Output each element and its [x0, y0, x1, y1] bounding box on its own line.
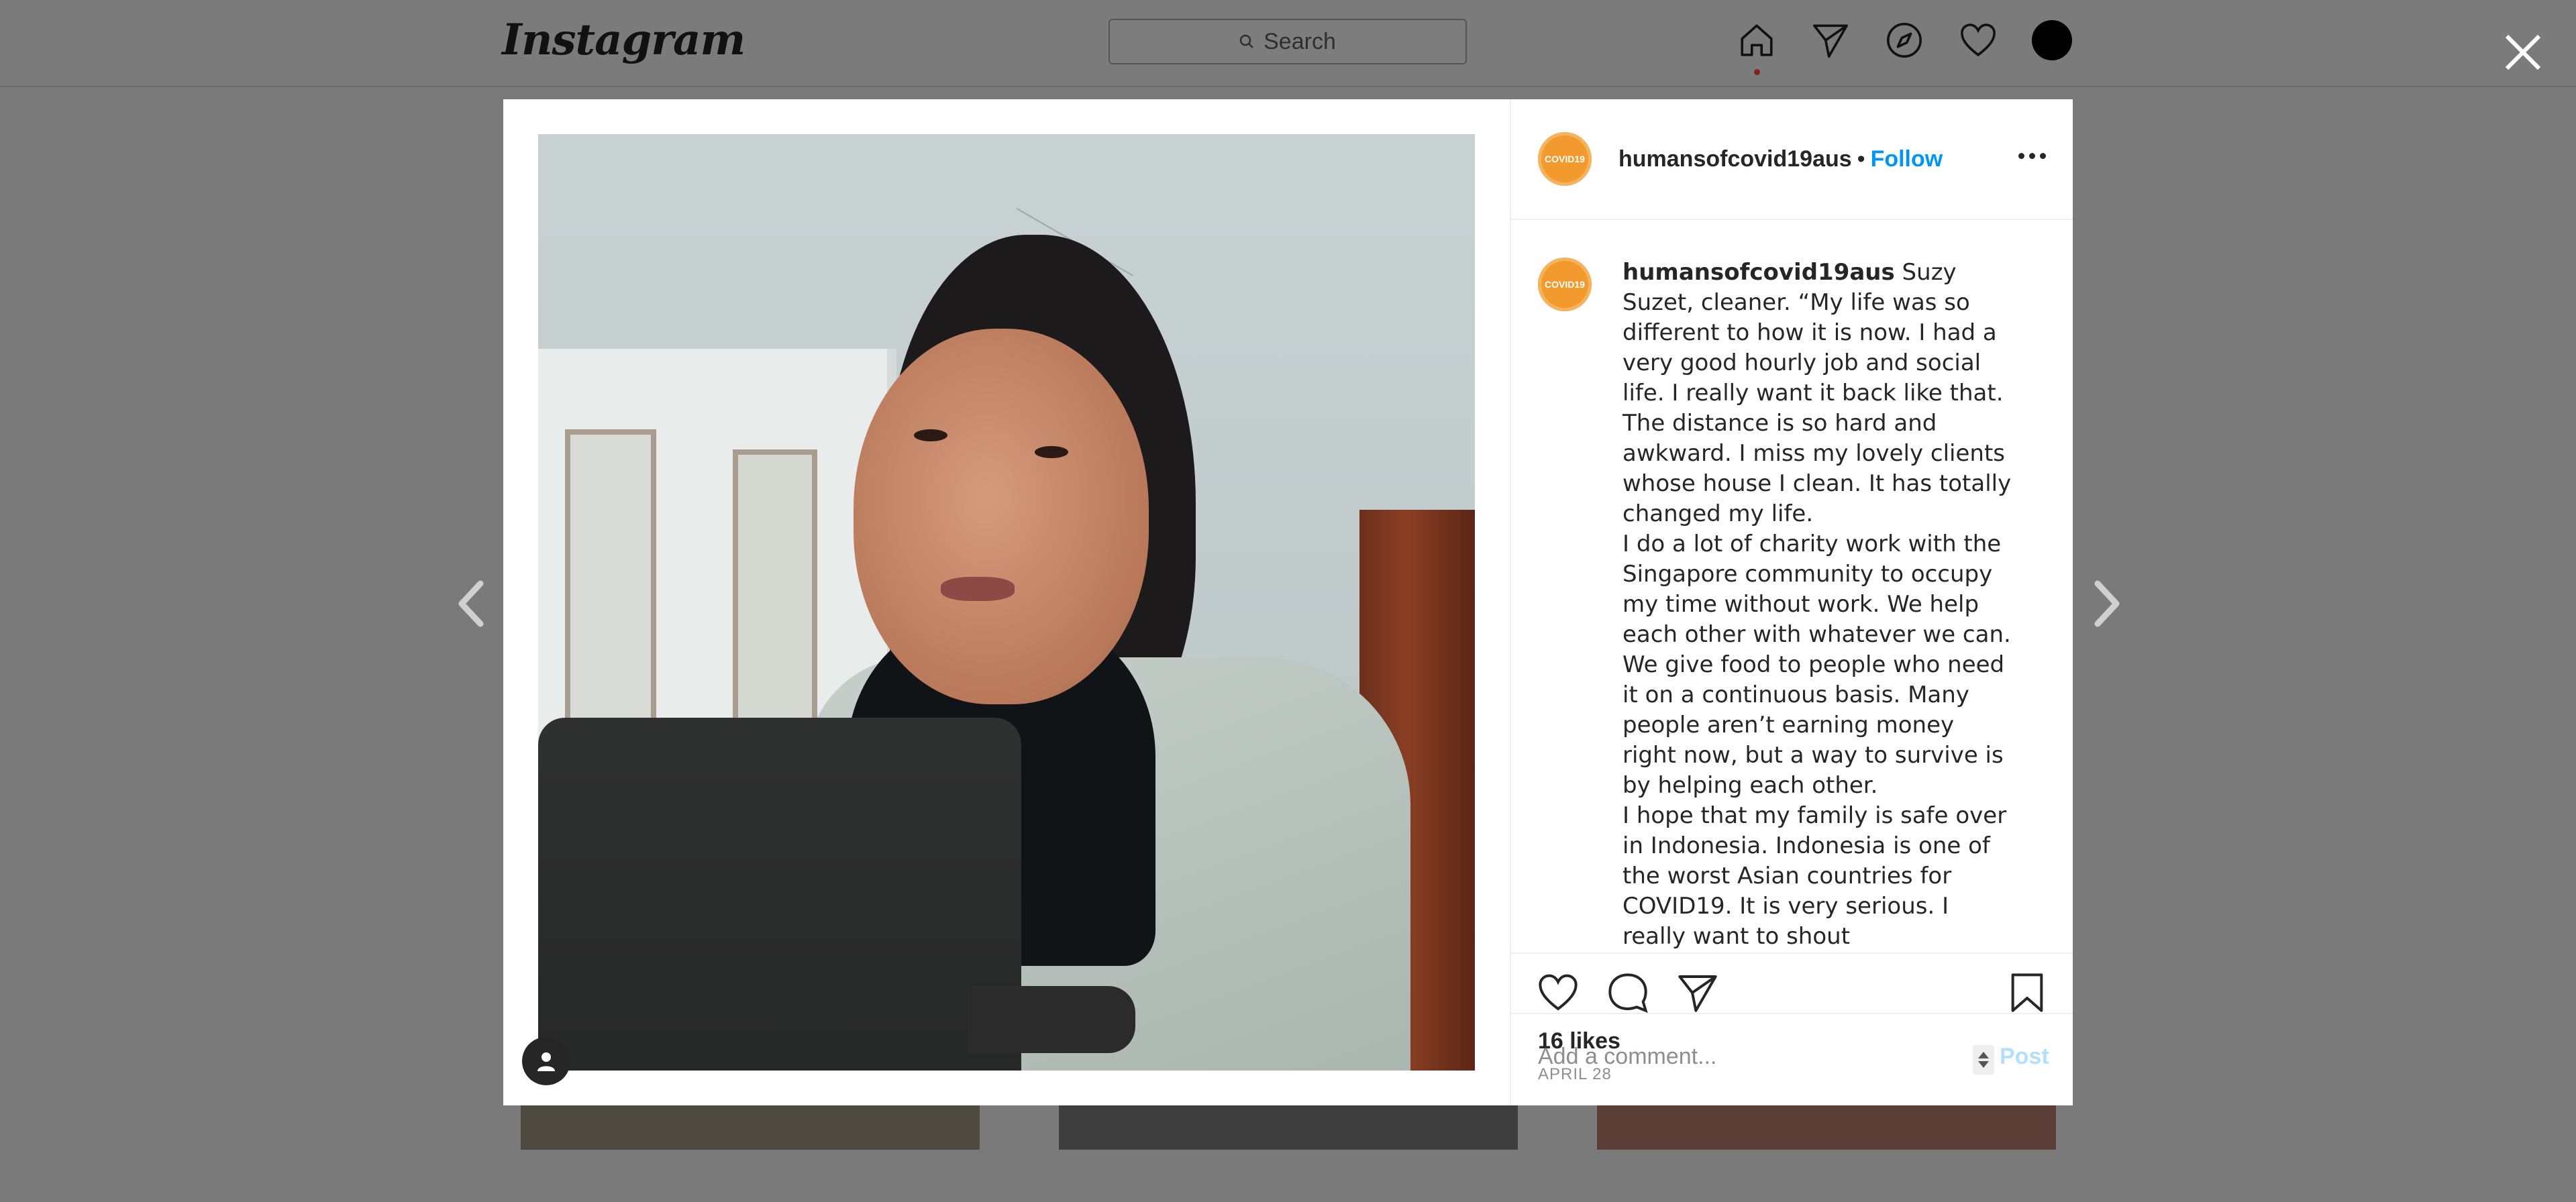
search-input[interactable]: Search: [1109, 19, 1467, 64]
search-placeholder: Search: [1264, 28, 1336, 54]
post-media-area: [503, 99, 1511, 1105]
photo-detail: [1035, 446, 1068, 458]
explore-compass-icon[interactable]: [1883, 19, 1926, 62]
comment-divider: [1511, 1013, 2073, 1014]
save-bookmark-icon[interactable]: [2006, 971, 2049, 1014]
next-post-chevron-icon[interactable]: [2087, 577, 2127, 631]
search-icon: [1239, 34, 1254, 48]
photo-detail: [538, 718, 1021, 1071]
post-comment-button[interactable]: Post: [2000, 1044, 2049, 1070]
avatar-label: COVID19: [1545, 279, 1585, 290]
post-author-row: humansofcovid19aus • Follow: [1618, 146, 1943, 172]
action-icons: [1537, 971, 1719, 1014]
profile-avatar-image: [2032, 20, 2072, 60]
caption-body: Suzy Suzet, cleaner. “My life was so dif…: [1622, 259, 2012, 950]
home-icon[interactable]: [1735, 19, 1778, 75]
caption-text: humansofcovid19aus Suzy Suzet, cleaner. …: [1622, 258, 2012, 952]
grid-thumbnail[interactable]: [1059, 1105, 1518, 1150]
follow-button[interactable]: Follow: [1871, 146, 1943, 172]
home-active-dot: [1754, 69, 1760, 75]
avatar-label: COVID19: [1545, 154, 1585, 164]
comment-placeholder: Add a comment...: [1538, 1044, 1717, 1069]
direct-message-icon[interactable]: [1809, 19, 1852, 62]
more-options-icon[interactable]: [2018, 153, 2046, 159]
like-heart-icon[interactable]: [1537, 971, 1580, 1014]
tagged-users-button[interactable]: [522, 1037, 570, 1085]
account-avatar[interactable]: COVID19: [1538, 132, 1592, 186]
caption-scroll-area[interactable]: COVID19 humansofcovid19aus Suzy Suzet, c…: [1511, 220, 2073, 952]
post-modal: COVID19 humansofcovid19aus • Follow COVID1…: [503, 99, 2073, 1105]
grid-thumbnail[interactable]: [521, 1105, 980, 1150]
post-sidebar: COVID19 humansofcovid19aus • Follow COVID1…: [1511, 99, 2073, 1105]
user-icon: [537, 1052, 555, 1071]
author-username[interactable]: humansofcovid19aus: [1618, 146, 1852, 172]
caption-avatar[interactable]: COVID19: [1538, 258, 1592, 311]
comment-input[interactable]: Add a comment...: [1538, 1044, 1716, 1070]
photo-detail: [941, 577, 1015, 601]
previous-post-chevron-icon[interactable]: [451, 577, 491, 631]
separator-dot: •: [1857, 146, 1865, 172]
post-photo[interactable]: [538, 134, 1475, 1071]
emoji-stepper-icon[interactable]: [1973, 1045, 1994, 1075]
actions-divider: [1511, 952, 2073, 954]
photo-detail: [968, 986, 1135, 1053]
photo-detail: [914, 429, 947, 441]
grid-thumbnail[interactable]: [1597, 1105, 2056, 1150]
comment-bubble-icon[interactable]: [1606, 971, 1649, 1014]
photo-detail: [854, 329, 1149, 704]
nav-icon-group: [1735, 19, 2073, 75]
profile-avatar[interactable]: [2030, 19, 2073, 62]
close-icon[interactable]: [2502, 31, 2544, 74]
share-paper-plane-icon[interactable]: [1676, 971, 1719, 1014]
caption-username[interactable]: humansofcovid19aus: [1622, 259, 1895, 286]
caption-block: COVID19 humansofcovid19aus Suzy Suzet, c…: [1538, 258, 2012, 952]
top-navigation-bar: Instagram Search: [0, 0, 2576, 87]
post-header: COVID19 humansofcovid19aus • Follow: [1511, 99, 2073, 220]
instagram-logo[interactable]: Instagram: [502, 15, 745, 65]
activity-heart-icon[interactable]: [1957, 19, 2000, 62]
